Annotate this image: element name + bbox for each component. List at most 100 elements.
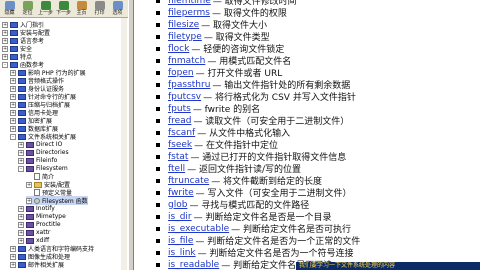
expand-icon[interactable]: + — [2, 37, 8, 44]
toolbar-button-home[interactable]: 主页 — [73, 0, 90, 17]
function-link[interactable]: is_file — [168, 236, 193, 246]
expand-icon[interactable]: + — [10, 85, 16, 92]
book-icon — [18, 125, 26, 132]
tree-node-label: Directories — [36, 149, 69, 156]
function-link[interactable]: fpassthru — [168, 80, 210, 90]
expand-icon[interactable]: + — [10, 77, 16, 84]
book-icon — [26, 141, 34, 148]
expand-icon[interactable]: + — [2, 29, 8, 36]
function-link[interactable]: ftell — [168, 164, 185, 174]
toolbar-button-label: 选项 — [112, 10, 123, 16]
expand-icon[interactable]: + — [26, 197, 32, 204]
toolbar-button-locate[interactable]: 定位 — [19, 0, 36, 17]
function-link[interactable]: is_readable — [168, 260, 219, 270]
book-icon — [26, 149, 34, 156]
book-icon — [18, 117, 26, 124]
expand-icon[interactable]: + — [10, 245, 16, 252]
expand-icon[interactable]: + — [26, 181, 32, 188]
expand-icon[interactable]: + — [18, 149, 24, 156]
expand-icon[interactable]: + — [2, 53, 8, 60]
function-link[interactable]: is_executable — [168, 224, 229, 234]
function-link[interactable]: filetype — [168, 32, 202, 42]
expand-icon[interactable]: + — [18, 141, 24, 148]
expand-icon[interactable]: + — [2, 45, 8, 52]
function-link[interactable]: glob — [168, 200, 187, 210]
toolbar-button-options[interactable]: 选项 — [109, 0, 126, 17]
function-link[interactable]: fscanf — [168, 128, 195, 138]
book-icon — [18, 101, 26, 108]
book-icon — [18, 245, 26, 252]
function-link[interactable]: fread — [168, 116, 191, 126]
tree-node-label: Proctitle — [36, 221, 61, 228]
toolbar-button-hide[interactable]: 隐藏 — [1, 0, 18, 17]
bullet-icon — [156, 142, 160, 147]
expand-icon[interactable]: + — [18, 221, 24, 228]
folder-icon — [34, 181, 42, 188]
collapse-icon[interactable]: - — [2, 61, 8, 68]
expand-icon[interactable]: + — [18, 205, 24, 212]
contents-tree: + 入门指引 + 安装与配置 + 语言参考 + 安全 + 特点 - 函数参考 + 影响 PHP 行为的扩展… — [0, 18, 129, 270]
toolbar-button-back[interactable]: 上一步 — [37, 0, 54, 17]
tree-node-label: xattr — [36, 229, 51, 236]
expand-icon[interactable]: + — [10, 253, 16, 260]
collapse-icon[interactable]: - — [10, 133, 16, 140]
book-icon — [18, 85, 26, 92]
bullet-icon — [156, 130, 160, 135]
function-link[interactable]: is_link — [168, 248, 196, 258]
toolbar-button-label: 上一步 — [37, 10, 53, 16]
function-link[interactable]: filemtime — [168, 0, 211, 6]
expand-icon[interactable]: + — [10, 109, 16, 116]
print-icon — [94, 1, 105, 10]
tree-node-label: Inotify — [36, 205, 55, 212]
function-link[interactable]: fnmatch — [168, 56, 205, 66]
expand-icon[interactable]: + — [18, 157, 24, 164]
book-icon — [26, 165, 34, 172]
book-icon — [10, 53, 18, 60]
function-link[interactable]: fileperms — [168, 8, 210, 18]
bullet-icon — [156, 70, 160, 75]
toolbar-button-label: 隐藏 — [4, 10, 15, 16]
collapse-icon[interactable]: - — [18, 165, 24, 172]
expand-icon[interactable]: + — [10, 125, 16, 132]
video-caption: 我们要学习一下文件系统处理的内容 — [296, 262, 480, 270]
function-link[interactable]: fseek — [168, 140, 192, 150]
bullet-icon — [156, 250, 160, 255]
toolbar-button-forward[interactable]: 下一步 — [55, 0, 72, 17]
expand-icon[interactable]: + — [10, 69, 16, 76]
function-link[interactable]: ftruncate — [168, 176, 209, 186]
toolbar-button-label: 定位 — [22, 10, 33, 16]
bullet-icon — [156, 82, 160, 87]
function-link[interactable]: flock — [168, 44, 189, 54]
toolbar: 隐藏 定位 上一步 下一步 主页 打印 选项 — [0, 0, 128, 18]
expand-icon[interactable]: + — [10, 261, 16, 268]
function-link[interactable]: fputs — [168, 104, 191, 114]
tree-scrollbar[interactable] — [121, 18, 127, 270]
toolbar-button-print[interactable]: 打印 — [91, 0, 108, 17]
function-list: filemtime — 取得文件修改时间 fileperms — 取得文件的权限 fil… — [134, 0, 480, 270]
bullet-icon — [156, 178, 160, 183]
expand-icon[interactable]: + — [10, 93, 16, 100]
book-icon — [18, 133, 26, 140]
bullet-icon — [156, 262, 160, 267]
expand-icon[interactable]: + — [10, 101, 16, 108]
book-icon — [18, 77, 26, 84]
expand-icon[interactable]: + — [18, 237, 24, 244]
function-link[interactable]: fopen — [168, 68, 194, 78]
function-link[interactable]: fwrite — [168, 188, 194, 198]
bullet-icon — [156, 0, 160, 3]
expand-icon[interactable]: + — [10, 117, 16, 124]
function-link[interactable]: fputcsv — [168, 92, 201, 102]
book-icon — [26, 229, 34, 236]
toolbar-button-label: 主页 — [76, 10, 87, 16]
expand-icon[interactable]: + — [18, 213, 24, 220]
expand-icon[interactable]: + — [2, 21, 8, 28]
function-link[interactable]: filesize — [168, 20, 199, 30]
hide-icon — [4, 1, 15, 10]
book-icon — [10, 29, 18, 36]
book-icon — [18, 69, 26, 76]
function-link[interactable]: is_dir — [168, 212, 192, 222]
tree-node[interactable]: + 邮件相关扩展 — [10, 260, 64, 269]
expand-icon[interactable]: + — [18, 229, 24, 236]
function-link[interactable]: fstat — [168, 152, 188, 162]
tree-node-label: Direct IO — [36, 141, 63, 148]
